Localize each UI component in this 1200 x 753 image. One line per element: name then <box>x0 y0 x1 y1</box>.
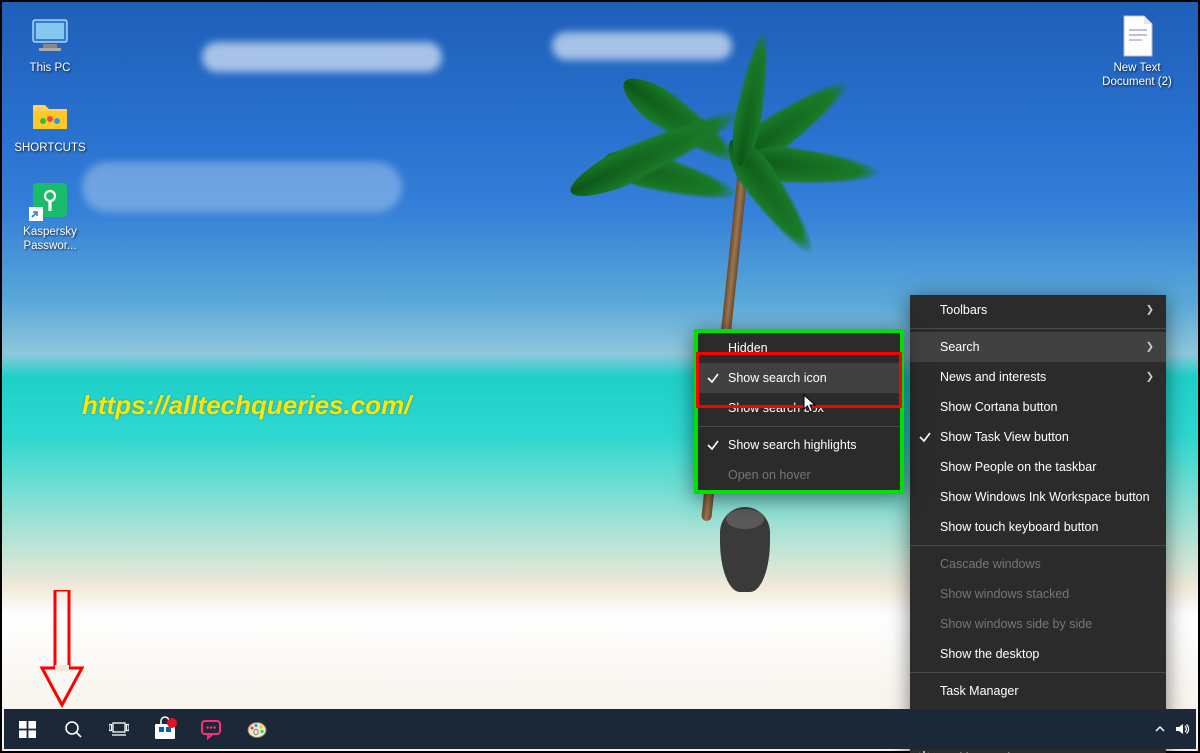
menu-item-task-manager[interactable]: Task Manager <box>910 676 1166 706</box>
menu-label: Show search icon <box>728 371 827 385</box>
menu-item-side-by-side: Show windows side by side <box>910 609 1166 639</box>
submenu-arrow-icon: ❯ <box>1146 305 1154 316</box>
taskbar-context-menu: Toolbars ❯ Search ❯ News and interests ❯… <box>910 295 1166 753</box>
menu-label: Show search highlights <box>728 438 857 452</box>
menu-label: Toolbars <box>940 303 987 317</box>
menu-label: News and interests <box>940 370 1046 384</box>
submenu-item-show-search-icon[interactable]: Show search icon <box>698 363 900 393</box>
chat-icon <box>199 717 223 741</box>
submenu-arrow-icon: ❯ <box>1146 372 1154 383</box>
menu-separator <box>910 545 1166 546</box>
windows-logo-icon <box>19 721 36 738</box>
desktop-icon-shortcuts[interactable]: SHORTCUTS <box>12 94 88 156</box>
search-icon <box>64 720 83 739</box>
taskbar-app-store[interactable] <box>142 709 188 749</box>
task-view-icon <box>109 721 129 737</box>
icon-label: This PC <box>12 62 88 76</box>
menu-label: Show search box <box>728 401 824 415</box>
paint-icon <box>245 717 269 741</box>
menu-label: Show Cortana button <box>940 400 1057 414</box>
watermark-url: https://alltechqueries.com/ <box>82 390 411 421</box>
submenu-item-show-search-box[interactable]: Show search box <box>698 393 900 423</box>
task-view-button[interactable] <box>96 709 142 749</box>
cloud-decoration <box>202 42 442 72</box>
menu-item-cortana[interactable]: Show Cortana button <box>910 392 1166 422</box>
volume-icon[interactable] <box>1174 721 1190 737</box>
menu-separator <box>910 328 1166 329</box>
icon-label: New Text Document (2) <box>1096 62 1178 90</box>
menu-label: Show People on the taskbar <box>940 460 1096 474</box>
icon-label: Kaspersky Passwor... <box>12 226 88 254</box>
desktop-icon-kaspersky[interactable]: Kaspersky Passwor... <box>12 178 88 254</box>
menu-label: Task Manager <box>940 684 1019 698</box>
menu-item-show-desktop[interactable]: Show the desktop <box>910 639 1166 669</box>
menu-item-search[interactable]: Search ❯ <box>910 332 1166 362</box>
shortcuts-folder-icon <box>28 94 72 138</box>
taskbar[interactable] <box>4 709 1196 749</box>
menu-label: Show windows side by side <box>940 617 1092 631</box>
store-icon <box>152 716 178 742</box>
search-submenu: Hidden Show search icon Show search box … <box>694 329 904 494</box>
search-button[interactable] <box>50 709 96 749</box>
menu-label: Open on hover <box>728 468 811 482</box>
cloud-decoration <box>552 32 732 60</box>
menu-separator <box>910 672 1166 673</box>
tray-chevron-up-icon[interactable] <box>1154 723 1166 735</box>
icon-label: SHORTCUTS <box>12 142 88 156</box>
start-button[interactable] <box>4 709 50 749</box>
menu-item-touch-keyboard[interactable]: Show touch keyboard button <box>910 512 1166 542</box>
desktop-icon-this-pc[interactable]: This PC <box>12 14 88 76</box>
desktop-icon-new-text-doc[interactable]: New Text Document (2) <box>1096 14 1178 90</box>
menu-label: Show Task View button <box>940 430 1069 444</box>
menu-item-ink[interactable]: Show Windows Ink Workspace button <box>910 482 1166 512</box>
menu-separator <box>698 426 900 427</box>
menu-item-people[interactable]: Show People on the taskbar <box>910 452 1166 482</box>
menu-item-cascade: Cascade windows <box>910 549 1166 579</box>
menu-label: Show touch keyboard button <box>940 520 1098 534</box>
menu-label: Show windows stacked <box>940 587 1069 601</box>
this-pc-icon <box>28 14 72 58</box>
menu-label: Show Windows Ink Workspace button <box>940 490 1150 504</box>
checkmark-icon <box>706 438 720 452</box>
text-document-icon <box>1115 14 1159 58</box>
vase-decoration <box>720 507 770 592</box>
menu-item-stacked: Show windows stacked <box>910 579 1166 609</box>
menu-item-taskview[interactable]: Show Task View button <box>910 422 1166 452</box>
kaspersky-icon <box>28 178 72 222</box>
menu-label: Cascade windows <box>940 557 1041 571</box>
menu-label: Search <box>940 340 980 354</box>
submenu-item-open-on-hover: Open on hover <box>698 460 900 490</box>
submenu-item-hidden[interactable]: Hidden <box>698 333 900 363</box>
menu-label: Hidden <box>728 341 768 355</box>
submenu-item-show-highlights[interactable]: Show search highlights <box>698 430 900 460</box>
submenu-arrow-icon: ❯ <box>1146 342 1154 353</box>
menu-label: Show the desktop <box>940 647 1039 661</box>
taskbar-app-chat[interactable] <box>188 709 234 749</box>
taskbar-app-paint[interactable] <box>234 709 280 749</box>
system-tray <box>1154 721 1196 737</box>
menu-item-toolbars[interactable]: Toolbars ❯ <box>910 295 1166 325</box>
cloud-decoration <box>82 162 402 212</box>
menu-item-news-interests[interactable]: News and interests ❯ <box>910 362 1166 392</box>
checkmark-icon <box>918 430 932 444</box>
checkmark-icon <box>706 371 720 385</box>
red-arrow-annotation <box>38 590 88 710</box>
